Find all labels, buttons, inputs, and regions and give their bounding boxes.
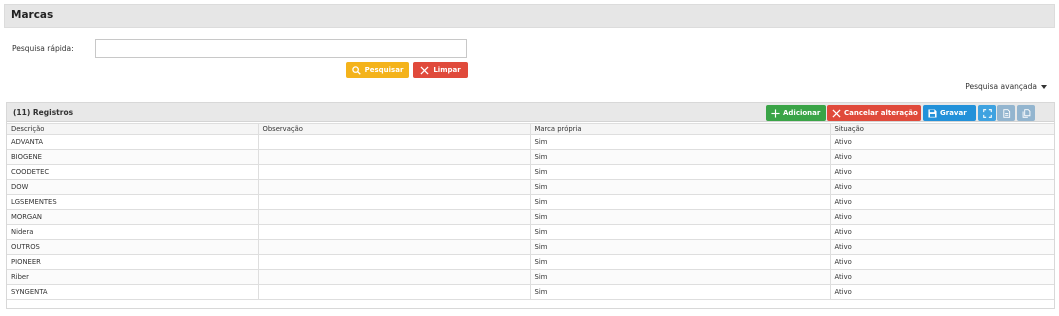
- table-row[interactable]: DOW Sim Ativo: [7, 179, 1054, 195]
- cancel-changes-label: Cancelar alteração: [844, 109, 918, 117]
- cell-observacao: [257, 179, 531, 195]
- cell-marca-propria: Sim: [529, 224, 831, 240]
- cell-situacao: Ativo: [829, 224, 1054, 240]
- expand-icon: [982, 108, 992, 118]
- cell-situacao: Ativo: [829, 269, 1054, 285]
- cell-observacao: [257, 164, 531, 180]
- search-icon: [351, 65, 361, 75]
- records-grid: (11) Registros Adicionar Cancelar altera…: [6, 102, 1055, 309]
- cell-descricao: COODETEC: [7, 164, 259, 180]
- clear-button[interactable]: Limpar: [413, 62, 468, 78]
- cell-situacao: Ativo: [829, 284, 1054, 300]
- search-button[interactable]: Pesquisar: [346, 62, 409, 78]
- close-icon: [420, 65, 429, 75]
- quick-search-label: Pesquisa rápida:: [12, 44, 74, 53]
- table-row[interactable]: BIOGENE Sim Ativo: [7, 149, 1054, 165]
- table-row[interactable]: ADVANTA Sim Ativo: [7, 134, 1054, 150]
- cell-descricao: PIONEER: [7, 254, 259, 270]
- cell-situacao: Ativo: [829, 179, 1054, 195]
- cell-situacao: Ativo: [829, 149, 1054, 165]
- print-button[interactable]: [1017, 105, 1035, 121]
- clear-button-label: Limpar: [433, 66, 461, 74]
- cell-marca-propria: Sim: [529, 134, 831, 150]
- cell-descricao: Riber: [7, 269, 259, 285]
- cell-observacao: [257, 284, 531, 300]
- title-bar: Marcas: [4, 4, 1055, 28]
- cancel-changes-button[interactable]: Cancelar alteração: [827, 105, 921, 121]
- advanced-search-label: Pesquisa avançada: [965, 82, 1037, 91]
- quick-search-input[interactable]: [95, 39, 467, 58]
- page-title: Marcas: [11, 9, 54, 21]
- column-header-marca-propria[interactable]: Marca própria: [529, 123, 831, 135]
- search-button-label: Pesquisar: [364, 66, 404, 74]
- plus-icon: [771, 108, 780, 118]
- records-table: Descrição Observação Marca própria Situa…: [7, 123, 1054, 300]
- document-copy-icon: [1022, 108, 1030, 118]
- cell-descricao: LGSEMENTES: [7, 194, 259, 210]
- cell-marca-propria: Sim: [529, 209, 831, 225]
- cell-marca-propria: Sim: [529, 269, 831, 285]
- cell-marca-propria: Sim: [529, 164, 831, 180]
- floppy-disk-icon: [928, 108, 937, 118]
- cell-observacao: [257, 224, 531, 240]
- cell-marca-propria: Sim: [529, 254, 831, 270]
- cell-observacao: [257, 254, 531, 270]
- cell-observacao: [257, 149, 531, 165]
- cell-situacao: Ativo: [829, 254, 1054, 270]
- record-count: (11) Registros: [13, 108, 74, 117]
- cell-descricao: ADVANTA: [7, 134, 259, 150]
- cell-descricao: OUTROS: [7, 239, 259, 255]
- cell-observacao: [257, 194, 531, 210]
- cell-descricao: SYNGENTA: [7, 284, 259, 300]
- cell-descricao: BIOGENE: [7, 149, 259, 165]
- cell-observacao: [257, 134, 531, 150]
- document-export-icon: [1002, 108, 1010, 118]
- caret-down-icon: [1041, 84, 1047, 89]
- grid-header: (11) Registros Adicionar Cancelar altera…: [7, 103, 1054, 122]
- fullscreen-button[interactable]: [978, 105, 996, 121]
- export-button[interactable]: [997, 105, 1015, 121]
- cell-observacao: [257, 209, 531, 225]
- cell-marca-propria: Sim: [529, 194, 831, 210]
- cell-descricao: Nidera: [7, 224, 259, 240]
- table-row[interactable]: PIONEER Sim Ativo: [7, 254, 1054, 270]
- cell-situacao: Ativo: [829, 194, 1054, 210]
- cell-descricao: DOW: [7, 179, 259, 195]
- cell-marca-propria: Sim: [529, 284, 831, 300]
- add-button[interactable]: Adicionar: [766, 105, 826, 121]
- column-header-situacao[interactable]: Situação: [829, 123, 1054, 135]
- cell-marca-propria: Sim: [529, 149, 831, 165]
- cell-situacao: Ativo: [829, 239, 1054, 255]
- page: Marcas Pesquisa rápida: Pesquisar Limpar…: [0, 0, 1059, 316]
- cell-descricao: MORGAN: [7, 209, 259, 225]
- column-header-observacao[interactable]: Observação: [257, 123, 531, 135]
- table-row[interactable]: COODETEC Sim Ativo: [7, 164, 1054, 180]
- cell-observacao: [257, 269, 531, 285]
- table-header-row: Descrição Observação Marca própria Situa…: [7, 123, 1054, 135]
- table-row[interactable]: OUTROS Sim Ativo: [7, 239, 1054, 255]
- cell-situacao: Ativo: [829, 164, 1054, 180]
- table-row[interactable]: SYNGENTA Sim Ativo: [7, 284, 1054, 300]
- table-row[interactable]: MORGAN Sim Ativo: [7, 209, 1054, 225]
- cell-marca-propria: Sim: [529, 179, 831, 195]
- save-button[interactable]: Gravar: [923, 105, 976, 121]
- add-button-label: Adicionar: [783, 109, 821, 117]
- cell-situacao: Ativo: [829, 209, 1054, 225]
- cell-marca-propria: Sim: [529, 239, 831, 255]
- save-button-label: Gravar: [940, 109, 967, 117]
- close-icon: [832, 108, 841, 118]
- advanced-search-toggle[interactable]: Pesquisa avançada: [965, 82, 1047, 91]
- cell-observacao: [257, 239, 531, 255]
- column-header-descricao[interactable]: Descrição: [7, 123, 259, 135]
- table-row[interactable]: LGSEMENTES Sim Ativo: [7, 194, 1054, 210]
- table-row[interactable]: Nidera Sim Ativo: [7, 224, 1054, 240]
- table-row[interactable]: Riber Sim Ativo: [7, 269, 1054, 285]
- cell-situacao: Ativo: [829, 134, 1054, 150]
